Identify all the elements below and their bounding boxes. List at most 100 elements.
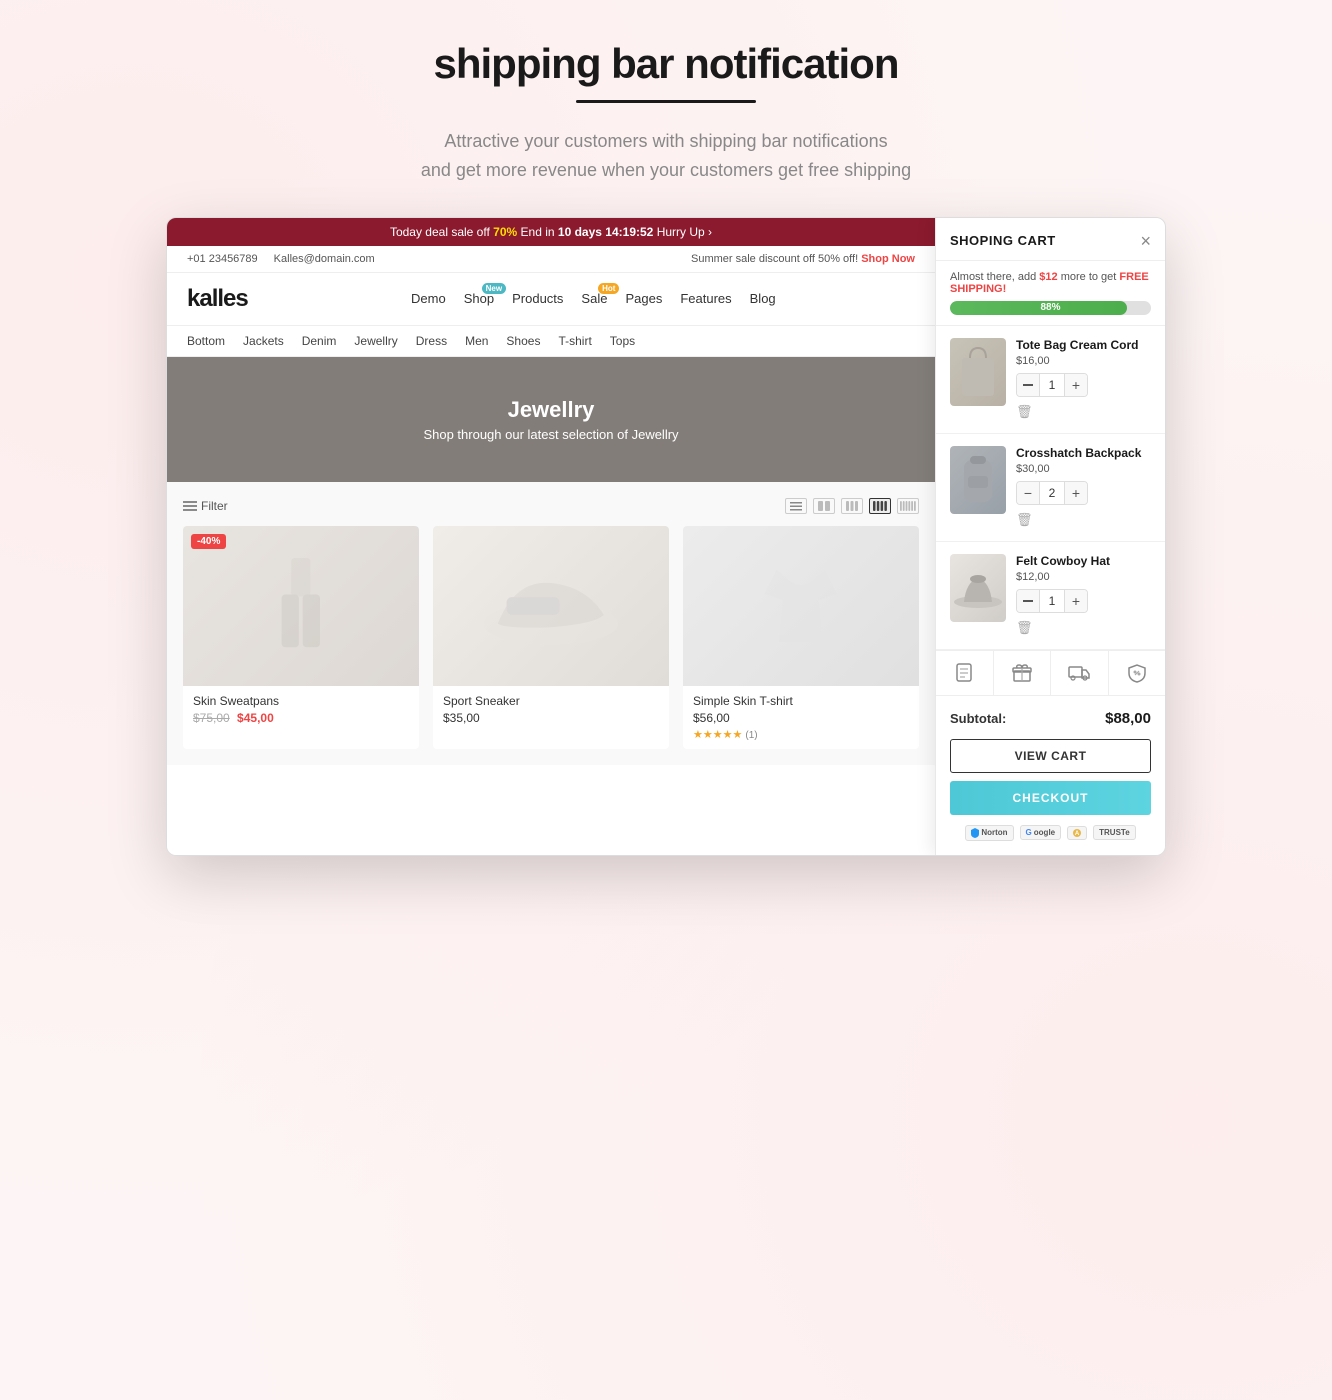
cart-item-image <box>950 446 1006 514</box>
cat-men[interactable]: Men <box>465 334 488 348</box>
cart-close-button[interactable]: × <box>1140 232 1151 250</box>
item-delete-button[interactable]: 🗑 <box>1016 404 1033 420</box>
cart-header: SHOPING CART × <box>936 218 1165 261</box>
product-image[interactable] <box>683 526 919 686</box>
cat-tshirt[interactable]: T-shirt <box>558 334 591 348</box>
hero-title: Jewellry <box>187 397 915 423</box>
item-delete-button[interactable]: 🗑 <box>1016 620 1033 636</box>
qty-value: 1 <box>1039 590 1065 612</box>
cat-jackets[interactable]: Jackets <box>243 334 284 348</box>
store-logo: kalles <box>187 285 248 313</box>
store-wrapper: Today deal sale off 70% End in 10 days 1… <box>167 218 1165 855</box>
page-title: shipping bar notification <box>421 40 911 88</box>
cart-shipping-button[interactable] <box>1051 651 1109 695</box>
products-toolbar: Filter <box>183 498 919 514</box>
nav-pages[interactable]: Pages <box>625 291 662 306</box>
cat-denim[interactable]: Denim <box>302 334 337 348</box>
nav-shop[interactable]: ShopNew <box>464 291 494 306</box>
cart-item-price: $30,00 <box>1016 463 1151 475</box>
cat-tops[interactable]: Tops <box>610 334 635 348</box>
sale-badge: Hot <box>598 283 619 294</box>
price-value: $56,00 <box>693 711 730 725</box>
product-image[interactable]: -40% <box>183 526 419 686</box>
cart-coupon-button[interactable] <box>1109 651 1166 695</box>
view-6col[interactable] <box>897 498 919 514</box>
cat-shoes[interactable]: Shoes <box>506 334 540 348</box>
shop-badge: New <box>482 283 506 294</box>
deal-bar: Today deal sale off 70% End in 10 days 1… <box>167 218 935 246</box>
secondary-bar: +01 23456789 Kalles@domain.com Summer sa… <box>167 246 935 273</box>
product-badge: -40% <box>191 534 226 549</box>
view-list[interactable] <box>785 498 807 514</box>
progress-label: 88% <box>1040 302 1060 313</box>
cart-item: Felt Cowboy Hat $12,00 1 + 🗑 <box>936 542 1165 650</box>
checkout-button[interactable]: CHECKOUT <box>950 781 1151 815</box>
cart-item-name: Tote Bag Cream Cord <box>1016 338 1151 352</box>
deal-end-label: End in <box>521 225 555 239</box>
subtotal-value: $88,00 <box>1105 710 1151 727</box>
cart-item: Crosshatch Backpack $30,00 − 2 + 🗑 <box>936 434 1165 542</box>
email-address: Kalles@domain.com <box>274 253 375 265</box>
nav-links: Demo ShopNew Products SaleHot Pages Feat… <box>272 291 915 306</box>
hero-section: Jewellry Shop through our latest selecti… <box>167 357 935 482</box>
view-2col[interactable] <box>813 498 835 514</box>
quantity-control: 1 + <box>1016 373 1088 397</box>
cart-panel: SHOPING CART × Almost there, add $12 mor… <box>935 218 1165 855</box>
product-card: -40% Skin Sweatpans $75,00 $45,0 <box>183 526 419 749</box>
sale-price: $45,00 <box>237 711 274 725</box>
view-4col[interactable] <box>869 498 891 514</box>
product-image[interactable] <box>433 526 669 686</box>
product-name: Skin Sweatpans <box>193 694 409 708</box>
product-name: Sport Sneaker <box>443 694 659 708</box>
price-value: $35,00 <box>443 711 480 725</box>
nav-blog[interactable]: Blog <box>750 291 776 306</box>
sec-bar-left: +01 23456789 Kalles@domain.com <box>187 253 375 265</box>
cat-bottom[interactable]: Bottom <box>187 334 225 348</box>
product-stars: ★★★★★ (1) <box>693 728 909 741</box>
cart-title: SHOPING CART <box>950 233 1056 248</box>
products-grid: -40% Skin Sweatpans $75,00 $45,0 <box>183 526 919 749</box>
cat-jewellry[interactable]: Jewellry <box>354 334 397 348</box>
norton-badge: Norton <box>965 825 1013 841</box>
cart-gift-button[interactable] <box>994 651 1052 695</box>
subtotal-label: Subtotal: <box>950 711 1006 726</box>
cart-item-name: Felt Cowboy Hat <box>1016 554 1151 568</box>
cart-items: Tote Bag Cream Cord $16,00 1 + 🗑 <box>936 326 1165 650</box>
qty-value: 2 <box>1039 482 1065 504</box>
cart-note-button[interactable] <box>936 651 994 695</box>
qty-decrease-button[interactable] <box>1017 374 1039 396</box>
cart-footer: Subtotal: $88,00 VIEW CART CHECKOUT Nort… <box>936 696 1165 855</box>
view-3col[interactable] <box>841 498 863 514</box>
qty-decrease-button[interactable] <box>1017 590 1039 612</box>
deal-days: 10 days <box>558 225 602 239</box>
item-delete-button[interactable]: 🗑 <box>1016 512 1033 528</box>
shop-now-link[interactable]: Shop Now <box>861 253 915 265</box>
progress-bar-fill <box>950 301 1127 315</box>
filter-button[interactable]: Filter <box>183 499 228 513</box>
view-cart-button[interactable]: VIEW CART <box>950 739 1151 773</box>
cat-dress[interactable]: Dress <box>416 334 447 348</box>
qty-increase-button[interactable]: + <box>1065 590 1087 612</box>
qty-increase-button[interactable]: + <box>1065 482 1087 504</box>
qty-increase-button[interactable]: + <box>1065 374 1087 396</box>
nav-sale[interactable]: SaleHot <box>581 291 607 306</box>
product-info: Skin Sweatpans $75,00 $45,00 <box>183 686 419 733</box>
truste-badge: TRUSTe <box>1093 825 1136 840</box>
product-price: $56,00 <box>693 711 909 725</box>
nav-products[interactable]: Products <box>512 291 563 306</box>
hero-subtitle: Shop through our latest selection of Jew… <box>187 427 915 442</box>
trust-badges: Norton Google A TRUSTe <box>950 825 1151 841</box>
product-info: Simple Skin T-shirt $56,00 ★★★★★ (1) <box>683 686 919 749</box>
authorize-badge: A <box>1067 826 1087 840</box>
category-bar: Bottom Jackets Denim Jewellry Dress Men … <box>167 326 935 357</box>
nav-features[interactable]: Features <box>680 291 731 306</box>
cart-item-price: $12,00 <box>1016 571 1151 583</box>
svg-text:A: A <box>1075 831 1080 837</box>
shipping-notice-text: Almost there, add $12 more to get FREE S… <box>950 271 1151 295</box>
nav-demo[interactable]: Demo <box>411 291 446 306</box>
page-subtitle: Attractive your customers with shipping … <box>421 127 911 185</box>
filter-label: Filter <box>201 499 228 513</box>
quantity-control: − 2 + <box>1016 481 1088 505</box>
cart-item-image <box>950 554 1006 622</box>
qty-decrease-button[interactable]: − <box>1017 482 1039 504</box>
